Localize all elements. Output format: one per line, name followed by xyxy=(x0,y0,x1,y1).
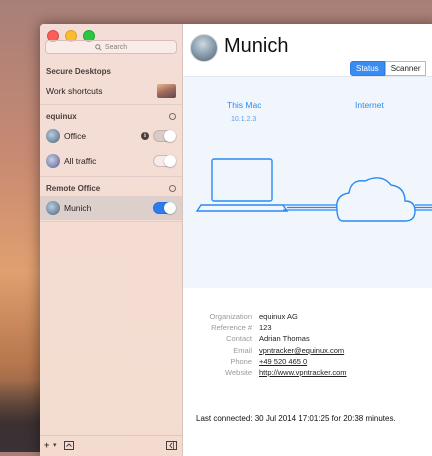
office-toggle[interactable] xyxy=(153,130,176,142)
connection-avatar xyxy=(46,154,60,168)
detail-key: Email xyxy=(233,346,252,355)
last-connected-status: Last connected: 30 Jul 2014 17:01:25 for… xyxy=(196,414,396,423)
sidebar-item-munich[interactable]: Munich xyxy=(40,196,182,220)
detail-value: equinux AG xyxy=(259,312,298,321)
detail-key: Website xyxy=(225,368,252,377)
all-traffic-toggle[interactable] xyxy=(153,155,176,167)
main-pane: Munich Status Scanner This Mac 10.1.2.3 … xyxy=(183,24,432,456)
connection-title: Munich xyxy=(224,35,289,57)
tab-status[interactable]: Status xyxy=(350,61,385,76)
detail-key: Reference # xyxy=(211,323,252,332)
detail-value: 123 xyxy=(259,323,272,332)
munich-toggle[interactable] xyxy=(153,202,176,214)
email-link[interactable]: vpntracker@equinux.com xyxy=(259,346,344,355)
detail-key: Contact xyxy=(226,334,252,343)
export-icon[interactable] xyxy=(64,441,74,450)
divider xyxy=(40,176,182,177)
add-menu-chevron-icon[interactable]: ▾ xyxy=(53,441,57,449)
sidebar-item-office[interactable]: Office i xyxy=(40,124,182,148)
sidebar-item-all-traffic[interactable]: All traffic xyxy=(40,149,182,173)
connection-avatar xyxy=(46,129,60,143)
tab-bar: Status Scanner xyxy=(350,61,427,76)
connection-line-cloud-internet xyxy=(415,204,432,211)
group-header-equinux: equinux xyxy=(46,112,77,121)
search-field[interactable]: Search xyxy=(45,40,177,54)
tab-scanner[interactable]: Scanner xyxy=(384,61,427,76)
group-header-secure-desktops: Secure Desktops xyxy=(46,67,111,76)
sidebar-item-work-shortcuts[interactable]: Work shortcuts xyxy=(40,79,182,103)
search-icon xyxy=(95,43,102,51)
group-gear-icon[interactable] xyxy=(169,185,176,192)
desktop-thumbnail xyxy=(157,84,176,98)
search-placeholder: Search xyxy=(104,43,128,51)
laptop-icon xyxy=(195,158,289,212)
cloud-icon xyxy=(336,177,416,222)
connection-avatar xyxy=(46,201,60,215)
sidebar-item-label: Office xyxy=(64,131,87,141)
sidebar: Search Secure Desktops Work shortcuts eq… xyxy=(40,24,183,456)
sidebar-item-label: Work shortcuts xyxy=(46,86,103,96)
connection-avatar-large xyxy=(190,34,218,62)
app-window: Search Secure Desktops Work shortcuts eq… xyxy=(40,24,432,456)
add-button[interactable]: + xyxy=(44,440,49,450)
sidebar-bottom-bar: + ▾ xyxy=(40,435,182,456)
status-diagram: This Mac 10.1.2.3 Internet xyxy=(183,76,432,289)
detail-key: Phone xyxy=(230,357,252,366)
detail-key: Organization xyxy=(209,312,252,321)
group-gear-icon[interactable] xyxy=(169,113,176,120)
divider xyxy=(40,221,182,222)
info-icon[interactable]: i xyxy=(141,132,149,140)
collapse-sidebar-icon[interactable] xyxy=(166,441,177,450)
sidebar-item-label: All traffic xyxy=(64,156,97,166)
phone-link[interactable]: +49 520 465 0 xyxy=(259,357,307,366)
website-link[interactable]: http://www.vpntracker.com xyxy=(259,368,347,377)
detail-value: Adrian Thomas xyxy=(259,334,310,343)
sidebar-item-label: Munich xyxy=(64,203,92,213)
group-header-remote-office: Remote Office xyxy=(46,184,101,193)
network-diagram-graphic xyxy=(195,158,432,222)
connection-line-mac-cloud xyxy=(283,204,338,211)
divider xyxy=(40,104,182,105)
